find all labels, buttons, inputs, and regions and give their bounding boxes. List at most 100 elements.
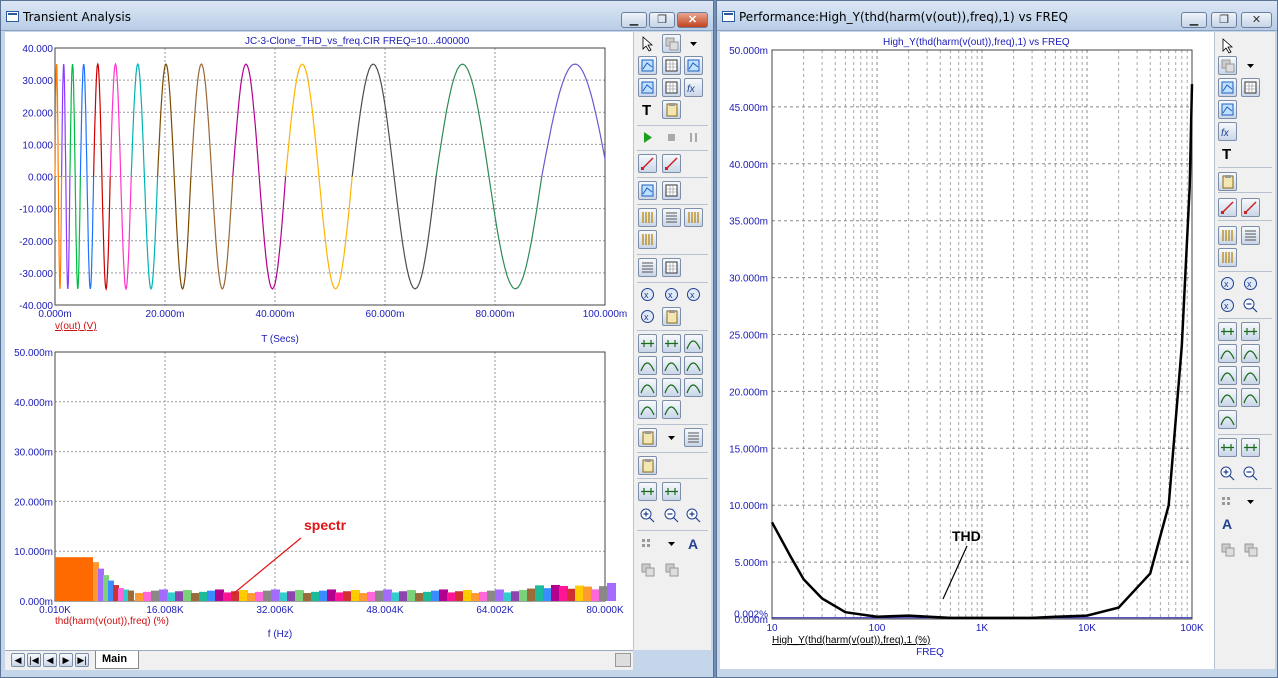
zoom-in-icon[interactable] (638, 506, 657, 525)
low-icon[interactable] (1241, 344, 1260, 363)
palette-icon[interactable] (1218, 492, 1237, 511)
font-icon[interactable]: A (684, 534, 703, 553)
title-bar[interactable]: Transient Analysis ▁ ❐ ✕ (1, 1, 713, 31)
tokens-icon[interactable] (662, 181, 681, 200)
text-tool-icon[interactable]: T (638, 100, 657, 119)
inflection-icon[interactable] (1218, 366, 1237, 385)
properties-icon[interactable] (1218, 172, 1237, 191)
top-icon[interactable] (662, 378, 681, 397)
zoom-1000-icon[interactable] (684, 506, 703, 525)
minimize-button[interactable]: ▁ (1181, 12, 1207, 28)
scale-icon[interactable] (1218, 78, 1237, 97)
minor-grid-icon[interactable] (1218, 248, 1237, 267)
cursor-right-icon[interactable]: x (1241, 274, 1260, 293)
top-icon[interactable] (1218, 388, 1237, 407)
next-peak-icon[interactable] (1218, 322, 1237, 341)
maximize-button[interactable]: ❐ (1211, 12, 1237, 28)
table-icon[interactable] (684, 428, 703, 447)
lines-icon[interactable] (662, 208, 681, 227)
close-button[interactable]: ✕ (677, 12, 708, 28)
peak-icon[interactable]: x (638, 307, 657, 326)
tab-next2-button[interactable]: ▶ (59, 653, 73, 667)
minimize-button[interactable]: ▁ (621, 12, 647, 28)
global-high-icon[interactable] (684, 356, 703, 375)
copy-plot-icon[interactable] (1218, 56, 1237, 75)
calculator-icon[interactable] (638, 456, 657, 475)
normal-scale-icon[interactable] (638, 78, 657, 97)
slope-cursor-icon[interactable] (638, 400, 657, 419)
minor-grid-icon[interactable] (684, 208, 703, 227)
grid-bars-icon[interactable] (638, 208, 657, 227)
horizontal-scrollbar[interactable] (615, 653, 631, 667)
pan-icon[interactable] (1218, 438, 1237, 457)
copy-plot-icon[interactable] (662, 34, 681, 53)
copy-format-icon[interactable] (1218, 540, 1237, 559)
select-arrow-icon[interactable] (1218, 36, 1237, 55)
run-icon[interactable] (638, 128, 657, 147)
palette-dropdown-icon[interactable] (1241, 492, 1260, 511)
app-icon[interactable] (722, 11, 735, 22)
bottom-icon[interactable] (684, 378, 703, 397)
horizontal-axis-icon[interactable] (638, 258, 657, 277)
function-icon[interactable]: fx (1218, 122, 1237, 141)
performance-plot-canvas[interactable]: High_Y(thd(harm(v(out)),freq),1) vs FREQ… (720, 32, 1214, 669)
properties-icon[interactable] (662, 100, 681, 119)
bottom-icon[interactable] (1241, 388, 1260, 407)
copy-format-icon[interactable] (638, 560, 657, 579)
cursor-both-icon[interactable]: x (684, 285, 703, 304)
tangent-icon[interactable] (1218, 198, 1237, 217)
lines-icon[interactable] (1241, 226, 1260, 245)
inflection-icon[interactable] (662, 356, 681, 375)
frame-icon[interactable] (638, 181, 657, 200)
font-icon[interactable]: A (1218, 514, 1237, 533)
zoom-out-icon[interactable] (662, 506, 681, 525)
zoom-out-icon[interactable] (1241, 464, 1260, 483)
cursor-left-icon[interactable]: x (1218, 274, 1237, 293)
slope-icon[interactable] (1241, 198, 1260, 217)
cursor-right-icon[interactable]: x (662, 285, 681, 304)
vertical-axis-icon[interactable] (662, 258, 681, 277)
high-icon[interactable] (684, 334, 703, 353)
tangent-icon[interactable] (638, 154, 657, 173)
slope-icon[interactable] (662, 154, 681, 173)
global-high-icon[interactable] (1241, 366, 1260, 385)
cursor-left-icon[interactable]: x (638, 285, 657, 304)
grid-bars-icon[interactable] (1218, 226, 1237, 245)
palette-icon[interactable] (638, 534, 657, 553)
tab-main[interactable]: Main (95, 651, 139, 669)
grid-icon[interactable] (1241, 78, 1260, 97)
tab-prev-button[interactable]: |◀ (27, 653, 41, 667)
dropdown-icon[interactable] (684, 34, 703, 53)
auto-scale-icon[interactable] (1218, 100, 1237, 119)
clipboard-edit-icon[interactable] (662, 307, 681, 326)
next-curve-icon[interactable] (662, 400, 681, 419)
paste-dropdown-icon[interactable] (662, 428, 681, 447)
zoom-in-icon[interactable] (1218, 464, 1237, 483)
next-valley-icon[interactable] (662, 334, 681, 353)
tab-first-button[interactable]: ◀ (11, 653, 25, 667)
paste-icon[interactable] (638, 428, 657, 447)
palette-dropdown-icon[interactable] (662, 534, 681, 553)
maximize-button[interactable]: ❐ (649, 12, 675, 28)
global-low-icon[interactable] (638, 378, 657, 397)
pause-icon[interactable] (684, 128, 703, 147)
next-peak-icon[interactable] (638, 334, 657, 353)
text-tool-icon[interactable]: T (1218, 144, 1237, 163)
stop-icon[interactable] (662, 128, 681, 147)
app-icon[interactable] (6, 11, 19, 22)
pan-icon[interactable] (638, 482, 657, 501)
tab-last-button[interactable]: ▶| (75, 653, 89, 667)
paste-format-icon[interactable] (1241, 540, 1260, 559)
high-icon[interactable] (1218, 344, 1237, 363)
paste-format-icon[interactable] (662, 560, 681, 579)
plot-canvas[interactable]: JC-3-Clone_THD_vs_freq.CIR FREQ=10...400… (5, 32, 633, 650)
slope-cursor-icon[interactable] (1218, 410, 1237, 429)
zoom-box-icon[interactable] (662, 78, 681, 97)
grid-icon[interactable] (662, 56, 681, 75)
axis-icon[interactable] (638, 230, 657, 249)
low-icon[interactable] (638, 356, 657, 375)
fit-icon[interactable] (1241, 438, 1260, 457)
title-bar[interactable]: Performance:High_Y(thd(harm(v(out)),freq… (717, 1, 1277, 31)
select-arrow-icon[interactable] (638, 34, 657, 53)
peak-icon[interactable]: x (1218, 296, 1237, 315)
